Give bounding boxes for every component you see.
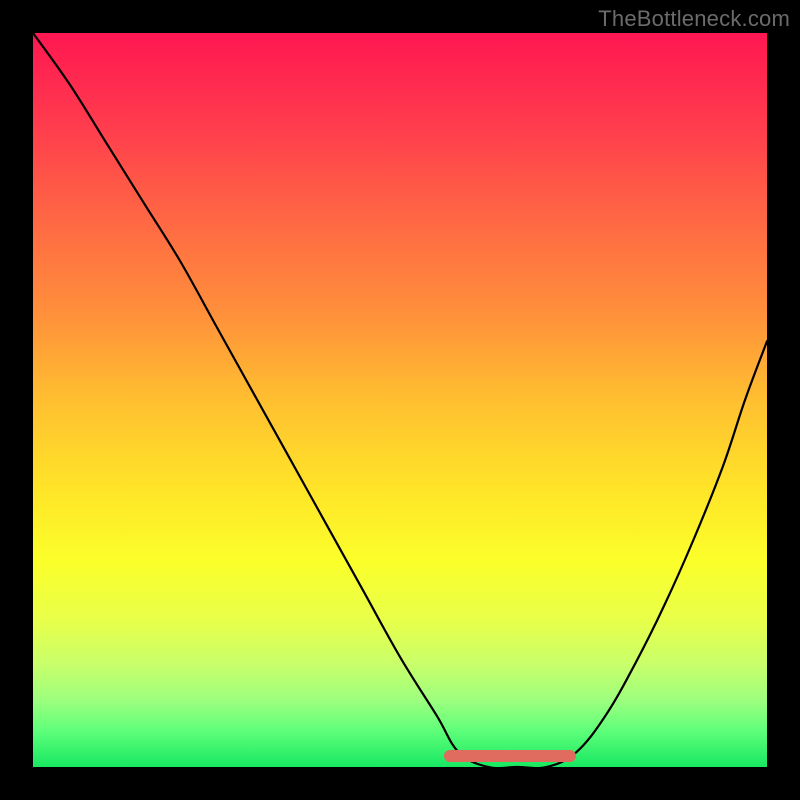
valley-bar bbox=[444, 750, 576, 762]
watermark-text: TheBottleneck.com bbox=[598, 6, 790, 32]
plot-area bbox=[33, 33, 767, 767]
chart-frame: TheBottleneck.com bbox=[0, 0, 800, 800]
bottleneck-curve bbox=[33, 33, 767, 767]
